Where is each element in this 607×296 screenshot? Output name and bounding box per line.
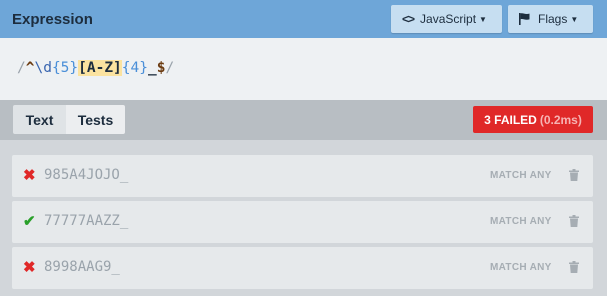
regex-open-delimiter: / bbox=[17, 60, 26, 76]
test-input[interactable]: 8998AAG9_ bbox=[44, 259, 120, 275]
check-icon: ✔ bbox=[23, 213, 36, 230]
regex-literal: _ bbox=[148, 60, 157, 76]
flag-icon bbox=[519, 13, 530, 25]
trash-icon[interactable] bbox=[569, 215, 579, 227]
test-input[interactable]: 77777AAZZ_ bbox=[44, 213, 128, 229]
match-mode-selector[interactable]: MATCH ANY bbox=[490, 262, 552, 273]
regex-digit-escape: \d bbox=[34, 60, 52, 76]
test-row[interactable]: ✖ 8998AAG9_ MATCH ANY bbox=[12, 247, 593, 289]
expression-editor[interactable]: /^\d{5}[A-Z]{4}_$/ bbox=[0, 38, 607, 100]
language-label: JavaScript bbox=[420, 12, 477, 26]
trash-icon[interactable] bbox=[569, 261, 579, 273]
status-time: (0.2ms) bbox=[539, 112, 582, 127]
test-row[interactable]: ✖ 985A4JOJO_ MATCH ANY bbox=[12, 155, 593, 197]
tab-text[interactable]: Text bbox=[13, 105, 66, 134]
status-badge: 3 FAILED (0.2ms) bbox=[473, 106, 593, 133]
match-mode-selector[interactable]: MATCH ANY bbox=[490, 216, 552, 227]
status-label: 3 FAILED bbox=[484, 112, 537, 127]
fail-icon: ✖ bbox=[23, 167, 36, 184]
regex-char-set: [A-Z] bbox=[78, 60, 122, 76]
fail-icon: ✖ bbox=[23, 259, 36, 276]
trash-icon[interactable] bbox=[569, 169, 579, 181]
regex-expression[interactable]: /^\d{5}[A-Z]{4}_$/ bbox=[17, 60, 174, 76]
expression-header: Expression <> JavaScript ▼ Flags ▼ bbox=[0, 0, 607, 38]
regex-close-delimiter: / bbox=[165, 60, 175, 76]
test-input[interactable]: 985A4JOJO_ bbox=[44, 167, 128, 183]
flags-dropdown-button[interactable]: Flags ▼ bbox=[508, 5, 593, 33]
regex-quantifier: {4} bbox=[121, 60, 148, 76]
test-tab-bar: Text Tests 3 FAILED (0.2ms) bbox=[0, 100, 607, 140]
match-mode-selector[interactable]: MATCH ANY bbox=[490, 170, 552, 181]
caret-down-icon: ▼ bbox=[570, 14, 579, 24]
regex-quantifier: {5} bbox=[51, 60, 79, 76]
tab-tests[interactable]: Tests bbox=[66, 105, 125, 134]
flags-label: Flags bbox=[538, 12, 568, 26]
language-dropdown-button[interactable]: <> JavaScript ▼ bbox=[391, 5, 502, 33]
caret-down-icon: ▼ bbox=[479, 14, 487, 24]
test-row[interactable]: ✔ 77777AAZZ_ MATCH ANY bbox=[12, 201, 593, 243]
panel-title: Expression bbox=[12, 11, 93, 28]
code-icon: <> bbox=[402, 12, 415, 26]
